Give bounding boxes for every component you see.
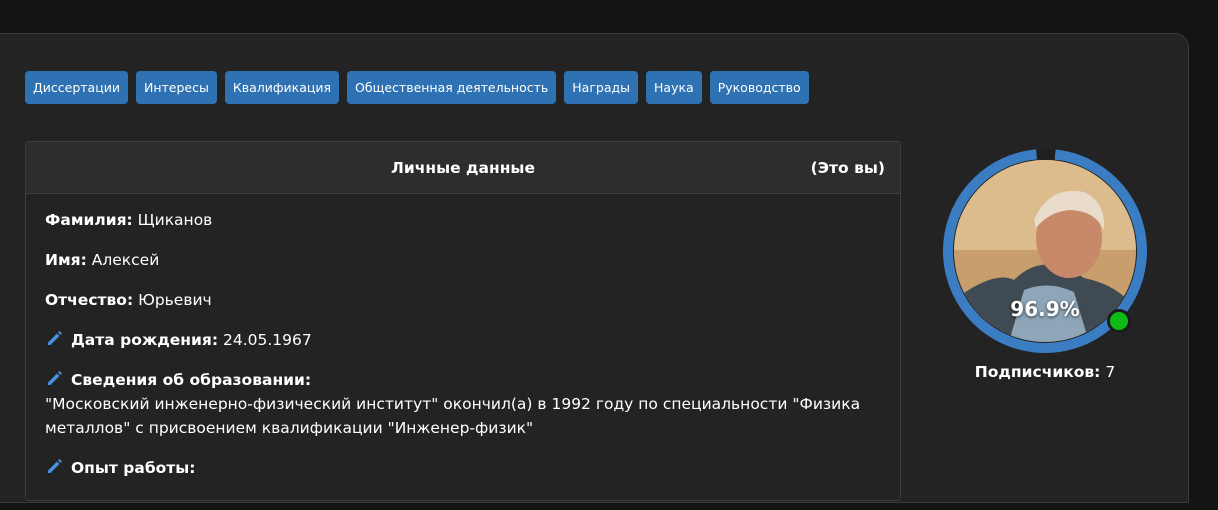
pencil-icon[interactable] bbox=[45, 456, 65, 476]
patronymic-label: Отчество: bbox=[45, 291, 134, 309]
tab-public-activity[interactable]: Общественная деятельность bbox=[347, 71, 557, 104]
tab-interests[interactable]: Интересы bbox=[135, 71, 217, 104]
card-body: Фамилия: Щиканов Имя: Алексей Отчество: … bbox=[26, 194, 900, 510]
online-status-dot bbox=[1107, 309, 1131, 333]
subscribers[interactable]: Подписчиков: 7 bbox=[941, 361, 1149, 383]
personal-data-card: Личные данные (Это вы) Фамилия: Щиканов … bbox=[25, 141, 901, 501]
birthdate-label: Дата рождения: bbox=[71, 331, 219, 349]
tab-awards[interactable]: Награды bbox=[564, 71, 639, 104]
birthdate-value: 24.05.1967 bbox=[222, 331, 312, 349]
tab-dissertations[interactable]: Диссертации bbox=[25, 71, 128, 104]
subscribers-label: Подписчиков: bbox=[974, 363, 1101, 381]
name-field: Имя: Алексей bbox=[45, 248, 881, 272]
subscribers-value: 7 bbox=[1105, 363, 1116, 381]
education-label: Сведения об образовании: bbox=[71, 371, 312, 389]
tab-qualification[interactable]: Квалификация bbox=[224, 71, 340, 104]
card-title: Личные данные bbox=[391, 159, 535, 177]
experience-label: Опыт работы: bbox=[71, 459, 196, 477]
name-value: Алексей bbox=[91, 251, 160, 269]
tab-leadership[interactable]: Руководство bbox=[709, 71, 809, 104]
education-field: Сведения об образовании: "Московский инж… bbox=[45, 368, 881, 440]
experience-field: Опыт работы: bbox=[45, 456, 881, 480]
patronymic-field: Отчество: Юрьевич bbox=[45, 288, 881, 312]
tab-science[interactable]: Наука bbox=[646, 71, 702, 104]
birthdate-field: Дата рождения: 24.05.1967 bbox=[45, 328, 881, 352]
surname-field: Фамилия: Щиканов bbox=[45, 208, 881, 232]
profile-widget: 96.9% bbox=[941, 147, 1149, 355]
this-is-you-label: (Это вы) bbox=[810, 159, 885, 177]
patronymic-value: Юрьевич bbox=[138, 291, 212, 309]
card-header: Личные данные (Это вы) bbox=[26, 142, 900, 194]
surname-label: Фамилия: bbox=[45, 211, 133, 229]
education-value: "Московский инженерно-физический институ… bbox=[45, 395, 861, 437]
section-tabs: Диссертации Интересы Квалификация Общест… bbox=[25, 71, 809, 104]
pencil-icon[interactable] bbox=[45, 368, 65, 388]
pencil-icon[interactable] bbox=[45, 328, 65, 348]
surname-value: Щиканов bbox=[137, 211, 213, 229]
name-label: Имя: bbox=[45, 251, 87, 269]
